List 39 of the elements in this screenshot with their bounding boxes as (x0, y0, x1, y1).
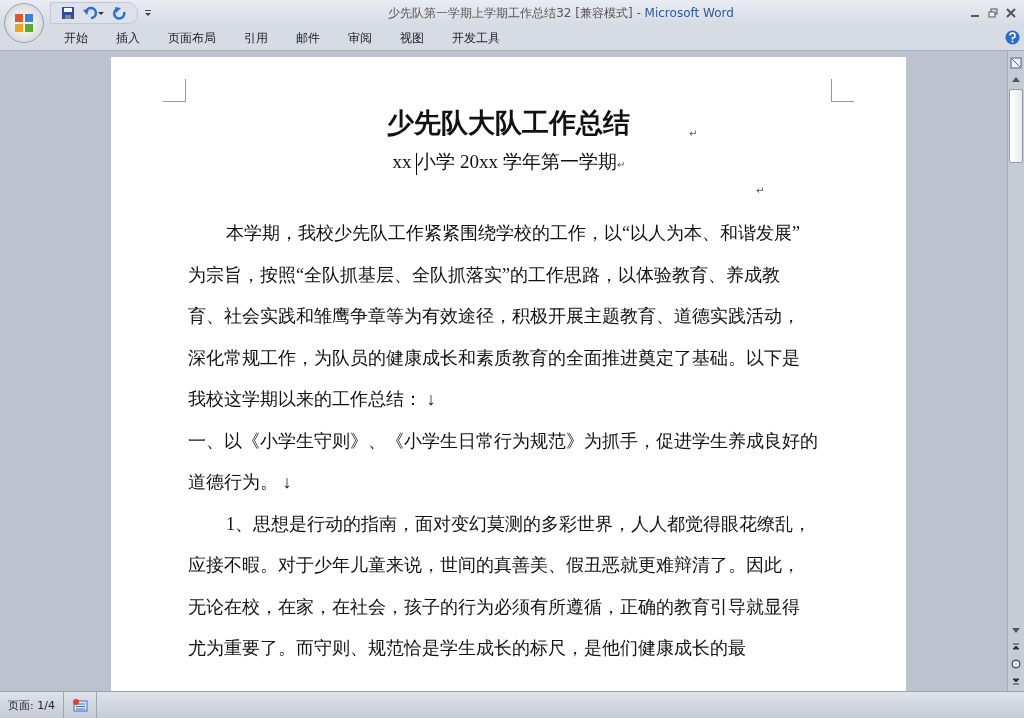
ribbon-tab[interactable]: 邮件 (282, 26, 334, 50)
office-logo-icon (13, 12, 35, 34)
scroll-thumb[interactable] (1009, 89, 1023, 163)
crop-mark (163, 79, 186, 102)
ribbon-tab[interactable]: 插入 (102, 26, 154, 50)
text-cursor (416, 152, 418, 175)
page-count[interactable]: 页面: 1/4 (0, 692, 64, 718)
proofing-icon[interactable] (71, 698, 88, 712)
ruler-toggle-icon[interactable] (1010, 57, 1022, 69)
document-title: 少先队大队工作总结 (387, 106, 630, 140)
next-page-icon[interactable] (1011, 675, 1021, 685)
paragraph-mark: ↵ (689, 128, 698, 139)
paragraph-mark: ↵ (616, 159, 625, 170)
body-paragraph: 1、思想是行动的指南，面对变幻莫测的多彩世界，人人都觉得眼花缭乱， 应接不暇。对于少年儿童来说，世间的真善美、假丑恶就更难辩清了。因此， 无论在校，在家，在社会，孩子的行为必须有所遵循，正确的教育引导就显得 尤为重要了。而守则、规范恰是学生成长的标尺，是他们健康成长的最 (188, 512, 812, 660)
restore-icon[interactable] (988, 8, 998, 18)
close-icon[interactable] (1006, 8, 1016, 18)
browse-object-icon[interactable] (1011, 659, 1021, 669)
customize-icon[interactable] (144, 9, 152, 17)
office-button[interactable] (4, 3, 44, 43)
scroll-down-icon[interactable] (1011, 627, 1021, 635)
ribbon-tab[interactable]: 开发工具 (438, 26, 514, 50)
help-icon[interactable] (1005, 30, 1020, 45)
redo-icon[interactable] (113, 6, 127, 20)
body-paragraph: 一、以《小学生守则》、《小学生日常行为规范》为抓手，促进学生养成良好的 道德行为。 ↓ (188, 429, 819, 494)
undo-icon[interactable] (83, 6, 105, 20)
window-title: 少先队第一学期上学期工作总结32 [兼容模式] - Microsoft Word (387, 4, 735, 22)
save-icon[interactable] (61, 6, 75, 20)
subtitle-text: xx (392, 151, 413, 172)
ribbon-tab[interactable]: 视图 (386, 26, 438, 50)
ribbon-tab[interactable]: 引用 (230, 26, 282, 50)
ribbon-tab[interactable]: 审阅 (334, 26, 386, 50)
subtitle-text: 小学 20xx 学年第一学期 (417, 151, 617, 172)
ribbon-tab[interactable]: 页面布局 (154, 26, 230, 50)
scroll-up-icon[interactable] (1011, 75, 1021, 83)
crop-mark (831, 79, 854, 102)
paragraph-mark: ↵ (756, 185, 765, 196)
ribbon-tab[interactable]: 开始 (50, 26, 102, 50)
previous-page-icon[interactable] (1011, 643, 1021, 653)
body-paragraph: 本学期，我校少先队工作紧紧围绕学校的工作，以“以人为本、和谐发展” 为宗旨，按照“全队抓基层、全队抓落实”的工作思路，以体验教育、养成教 育、社会实践和雏鹰争章等为有效途径，积极开展主题教育、道德实践活动， 深化常规工作，为队员的健康成长和素质教育的全面推进奠定了基础。以下是 我校这学期以来的工作总结： ↓ (188, 222, 801, 411)
